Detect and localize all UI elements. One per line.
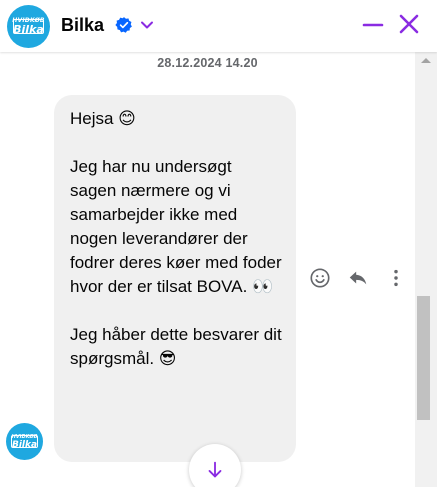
- reply-arrow-icon: [349, 271, 367, 285]
- avatar-logo-frame: [13, 19, 44, 34]
- chat-header: HVIDKØB Bilka Bilka: [0, 0, 437, 52]
- chevron-down-icon[interactable]: [139, 17, 155, 33]
- sender-avatar[interactable]: HVIDKØB Bilka: [6, 423, 43, 460]
- message-list[interactable]: 28.12.2024 14.20 Hejsa 😊 Jeg har nu unde…: [0, 52, 415, 487]
- scroll-up-arrow-icon[interactable]: [421, 58, 431, 63]
- react-button[interactable]: [308, 266, 332, 290]
- minimize-icon[interactable]: [362, 14, 384, 36]
- close-icon[interactable]: [398, 13, 420, 35]
- arrow-down-icon: [208, 461, 222, 478]
- scrollbar[interactable]: [415, 52, 437, 487]
- smiley-icon: [310, 268, 330, 288]
- more-options-button[interactable]: [384, 266, 408, 290]
- message-timestamp: 28.12.2024 14.20: [157, 56, 258, 70]
- conversation-title[interactable]: Bilka: [61, 15, 104, 36]
- reply-button[interactable]: [346, 266, 370, 290]
- verified-badge-icon: [115, 17, 132, 33]
- message-bubble[interactable]: Hejsa 😊 Jeg har nu undersøgt sagen nærme…: [54, 95, 296, 462]
- scroll-to-bottom-button[interactable]: [189, 444, 241, 487]
- message-text: Hejsa 😊 Jeg har nu undersøgt sagen nærme…: [70, 109, 282, 368]
- scrollbar-thumb[interactable]: [417, 296, 430, 420]
- avatar[interactable]: HVIDKØB Bilka: [7, 5, 50, 48]
- sender-avatar-logo-frame: [11, 435, 38, 448]
- more-vertical-icon: [394, 269, 398, 287]
